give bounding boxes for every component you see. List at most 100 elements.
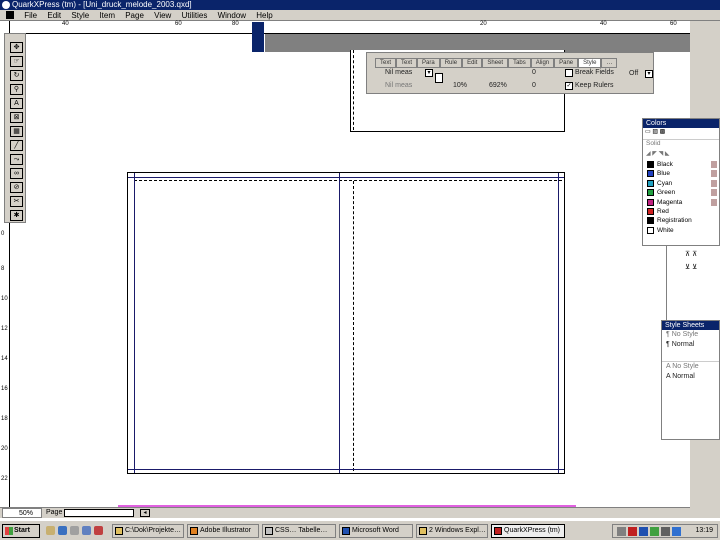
color-mode-icons[interactable]: ▭ ▨ ▩: [643, 128, 719, 140]
scissors-tool-icon[interactable]: ✂: [10, 196, 23, 207]
taskbar-item[interactable]: Microsoft Word: [339, 524, 413, 538]
taskbar-item[interactable]: CSS… Tabelle…: [262, 524, 336, 538]
column-guide: [339, 173, 340, 473]
color-item[interactable]: Red: [643, 207, 719, 216]
menu-file[interactable]: File: [20, 10, 41, 21]
tray-icon[interactable]: [661, 527, 670, 536]
taskbar-item[interactable]: C:\Dok\Projekte…: [112, 524, 184, 538]
off-field[interactable]: Off: [629, 70, 638, 77]
menu-style[interactable]: Style: [67, 10, 93, 21]
color-item[interactable]: Black: [643, 160, 719, 169]
paragraph-style-item[interactable]: ¶ No Style: [662, 330, 719, 340]
scale-value[interactable]: 692%: [489, 82, 507, 89]
rotation-tool-icon[interactable]: ↻: [10, 70, 23, 81]
style-sheets-title[interactable]: Style Sheets: [662, 321, 719, 330]
color-item[interactable]: Blue: [643, 169, 719, 178]
starburst-tool-icon[interactable]: ✱: [10, 210, 23, 221]
quicklaunch-icon[interactable]: [94, 526, 103, 535]
ruler-label: 40: [600, 21, 607, 27]
quicklaunch-icon[interactable]: [70, 526, 79, 535]
menu-page[interactable]: Page: [121, 10, 148, 21]
unlinking-tool-icon[interactable]: ⊘: [10, 182, 23, 193]
tray-icon[interactable]: [672, 527, 681, 536]
colors-title[interactable]: Colors: [643, 119, 719, 128]
menu-window[interactable]: Window: [214, 10, 250, 21]
align-icon[interactable]: ⊻ ⊻: [685, 263, 697, 271]
tab-edit[interactable]: Edit: [462, 58, 483, 68]
linking-tool-icon[interactable]: ∞: [10, 168, 23, 179]
tracking-field[interactable]: 0: [532, 69, 536, 76]
tab-pane[interactable]: Pane: [554, 58, 579, 68]
tab-tabs[interactable]: Tabs: [508, 58, 531, 68]
text-path-tool-icon[interactable]: ⤳: [10, 154, 23, 165]
scale-field[interactable]: 10%: [453, 82, 467, 89]
color-mode[interactable]: Solid: [643, 140, 719, 150]
taskbar-item-active[interactable]: QuarkXPress (tm): [491, 524, 565, 538]
size-field[interactable]: Nil meas: [385, 82, 412, 89]
menu-view[interactable]: View: [150, 10, 175, 21]
color-item[interactable]: Green: [643, 188, 719, 197]
tab-style[interactable]: Style: [578, 58, 602, 68]
checkbox-keep-rulers[interactable]: ✓: [565, 82, 573, 90]
paragraph-style-item[interactable]: ¶ Normal: [662, 340, 719, 350]
horizontal-ruler[interactable]: 40 60 80 20 40 60: [10, 21, 690, 34]
start-button[interactable]: Start: [2, 524, 40, 538]
font-field[interactable]: Nil meas: [385, 69, 412, 76]
tab-para[interactable]: Para: [417, 58, 440, 68]
menu-utilities[interactable]: Utilities: [178, 10, 212, 21]
color-tag: [711, 198, 717, 206]
menu-item[interactable]: Item: [95, 10, 119, 21]
table-tool-icon[interactable]: ▦: [10, 126, 23, 137]
tray-icon[interactable]: [617, 527, 626, 536]
quicklaunch-ie-icon[interactable]: [58, 526, 67, 535]
tray-icon[interactable]: [639, 527, 648, 536]
off-dropdown[interactable]: ▾: [645, 70, 653, 78]
page-navigator[interactable]: [64, 509, 134, 517]
style-toggle[interactable]: [435, 73, 443, 83]
scroll-left-arrow-icon[interactable]: ◂: [140, 509, 150, 517]
menu-help[interactable]: Help: [252, 10, 276, 21]
zoom-tool-icon[interactable]: ⚲: [10, 84, 23, 95]
quicklaunch-desktop-icon[interactable]: [46, 526, 55, 535]
text-box-tool-icon[interactable]: A: [10, 98, 23, 109]
tab-rule[interactable]: Rule: [439, 58, 463, 68]
tab-sheet[interactable]: Sheet: [482, 58, 509, 68]
document-page-spread[interactable]: [127, 172, 565, 474]
taskbar-item[interactable]: 2 Windows Expl…: [416, 524, 488, 538]
character-style-item[interactable]: A Normal: [662, 372, 719, 382]
color-item[interactable]: Cyan: [643, 179, 719, 188]
tab-text[interactable]: Text: [375, 58, 397, 68]
tab-align[interactable]: Align: [530, 58, 555, 68]
menu-edit[interactable]: Edit: [43, 10, 65, 21]
tab-text-2[interactable]: Text: [396, 58, 418, 68]
color-item[interactable]: Registration: [643, 216, 719, 225]
content-tool-icon[interactable]: ☞: [10, 56, 23, 67]
character-style-item[interactable]: A No Style: [662, 362, 719, 372]
blend-controls[interactable]: ◢ ◤ ◥ ◣: [643, 150, 719, 160]
zoom-field[interactable]: 50%: [2, 508, 42, 518]
tray-icon[interactable]: [650, 527, 659, 536]
checkbox-break-fields[interactable]: [565, 69, 573, 77]
title-bar[interactable]: QuarkXPress (tm) - [Uni_druck_melode_200…: [0, 0, 720, 10]
picture-box-tool-icon[interactable]: ⊠: [10, 112, 23, 123]
margin-guide: [353, 50, 354, 130]
ruler-label: 20: [1, 446, 8, 452]
tray-icon[interactable]: [628, 527, 637, 536]
font-dropdown[interactable]: ▾: [425, 69, 433, 77]
color-item[interactable]: White: [643, 226, 719, 235]
baseline-field[interactable]: 0: [532, 82, 536, 89]
ruler-label: 60: [670, 21, 677, 27]
word-icon: [342, 527, 350, 535]
ruler-label: 22: [1, 476, 8, 482]
ruler-origin-tab[interactable]: [252, 22, 264, 52]
tab-more[interactable]: …: [601, 58, 618, 68]
taskbar-item[interactable]: Adobe Illustrator: [187, 524, 259, 538]
color-item[interactable]: Magenta: [643, 198, 719, 207]
item-tool-icon[interactable]: ✥: [10, 42, 23, 53]
left-margin-guide: [134, 173, 135, 473]
quicklaunch-icon[interactable]: [82, 526, 91, 535]
document-icon[interactable]: [6, 11, 14, 19]
clock[interactable]: 13:19: [695, 525, 713, 537]
align-icon[interactable]: ⊼ ⊼: [685, 250, 697, 258]
line-tool-icon[interactable]: ╱: [10, 140, 23, 151]
